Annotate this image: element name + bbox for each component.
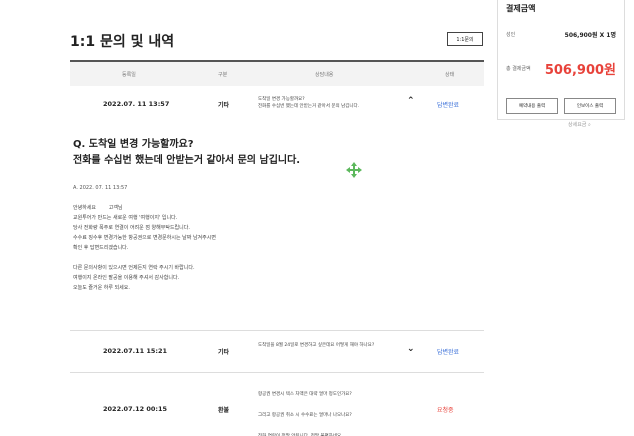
chevron-up-icon[interactable]: ⌃ bbox=[407, 96, 415, 106]
col-header-status: 상태 bbox=[445, 72, 455, 78]
new-inquiry-button[interactable]: 1:1문의 bbox=[447, 32, 483, 46]
answer-line: 다른 문의사항이 있으시면 언제든지 연락 주시기 바랍니다. bbox=[73, 265, 195, 271]
row-date: 2022.07.12 00:15 bbox=[103, 405, 168, 413]
inquiry-detail: Q. 도착일 변경 가능할까요? 전화를 수십번 했는데 안받는거 같아서 문의… bbox=[70, 124, 484, 328]
answer-line: 수수료 징수후 변경가능한 항공권으로 변경문하시는 날짜 남겨주시면 bbox=[73, 235, 216, 241]
row-status: 답변완료 bbox=[437, 349, 460, 356]
move-cross-icon bbox=[346, 162, 362, 178]
row-category: 환불 bbox=[218, 407, 230, 414]
search-icon: ⌕ bbox=[588, 122, 591, 128]
row-date: 2022.07. 11 13:57 bbox=[103, 100, 170, 108]
row-divider bbox=[70, 372, 484, 373]
answer-line: 당사 전화량 폭주로 연결이 어려운 점 양해부탁드립니다. bbox=[73, 225, 190, 231]
adult-price-label: 성인 bbox=[506, 32, 516, 38]
table-header: 등록일 구분 상담내용 상태 bbox=[70, 60, 484, 86]
table-row[interactable]: 2022.07.11 15:21 기타 도착일을 8월 24일로 변경하고 싶은… bbox=[70, 336, 484, 368]
payment-summary-title: 결제금액 bbox=[506, 4, 536, 13]
answer-line: 오늘도 즐거운 하루 되세요. bbox=[73, 285, 130, 291]
table-row[interactable]: 2022.07. 11 13:57 기타 도착일 변경 가능할까요? 전화를 수… bbox=[70, 86, 484, 124]
chevron-down-icon[interactable]: ⌄ bbox=[407, 344, 415, 354]
row-category: 기타 bbox=[218, 102, 230, 109]
answer-line: 안녕하세요 고객님 bbox=[73, 205, 123, 211]
table-row[interactable]: 2022.07.12 00:15 환불 항공권 변경시 텍스 차액은 대략 얼마… bbox=[70, 378, 484, 436]
row-date: 2022.07.11 15:21 bbox=[103, 347, 168, 355]
row-status: 요청중 bbox=[437, 407, 454, 414]
answer-line: 여행이지 온라인 팔공을 이용해 주셔서 감사합니다. bbox=[73, 275, 180, 281]
price-detail-link[interactable]: 상세요금 ⌕ bbox=[568, 121, 634, 325]
print-invoice-button[interactable]: 인보이스 출력 bbox=[564, 98, 616, 114]
print-reservation-button[interactable]: 예약내용 출력 bbox=[506, 98, 558, 114]
summary-actions: 예약내용 출력 인보이스 출력 bbox=[506, 98, 616, 114]
row-content: 도착일을 8월 24일로 변경하고 싶은데요 어떻게 해야 하나요? bbox=[258, 343, 375, 348]
row-divider bbox=[70, 330, 484, 331]
row-status: 답변완료 bbox=[437, 102, 460, 109]
answer-line: 확인 후 답변드리겠습니다. bbox=[73, 245, 129, 251]
total-price-value: 506,900원 bbox=[544, 63, 616, 78]
answer-line: 교원투어가 만드는 새로운 여행 '여행이지' 입니다. bbox=[73, 215, 178, 221]
total-price-label: 총 결제금액 bbox=[506, 66, 531, 72]
row-content: 항공권 변경시 텍스 차액은 대략 얼마 정도인가요? 그리고 항공권 취소 시… bbox=[258, 392, 352, 436]
adult-price-value: 506,900원 X 1명 bbox=[564, 32, 616, 39]
payment-summary-panel: 결제금액 상세요금 ⌕ 성인 506,900원 X 1명 총 결제금액 506,… bbox=[497, 0, 625, 128]
total-price-row: 총 결제금액 506,900원 bbox=[506, 59, 616, 78]
question-title: Q. 도착일 변경 가능할까요? 전화를 수십번 했는데 안받는거 같아서 문의… bbox=[73, 139, 301, 166]
answer-date: A. 2022. 07. 11 13:57 bbox=[73, 185, 128, 191]
payment-summary-header: 결제금액 상세요금 ⌕ bbox=[506, 3, 616, 128]
row-content: 도착일 변경 가능할까요? 전화를 수십번 했는데 안받는거 같아서 문의 남깁… bbox=[258, 97, 360, 109]
col-header-date: 등록일 bbox=[122, 72, 136, 78]
answer-body: 안녕하세요 고객님 교원투어가 만드는 새로운 여행 '여행이지' 입니다. 당… bbox=[73, 203, 216, 293]
page-title: 1:1 문의 및 내역 bbox=[70, 34, 175, 50]
adult-price-row: 성인 506,900원 X 1명 bbox=[506, 30, 616, 39]
col-header-category: 구분 bbox=[218, 72, 228, 78]
price-detail-label: 상세요금 bbox=[568, 122, 587, 128]
answer-line bbox=[73, 253, 216, 263]
row-category: 기타 bbox=[218, 349, 230, 356]
col-header-content: 상담내용 bbox=[315, 72, 334, 78]
